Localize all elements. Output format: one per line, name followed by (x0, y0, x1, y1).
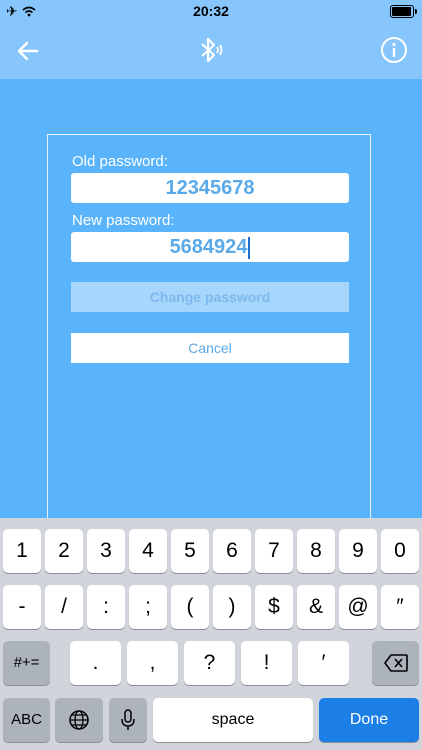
microphone-icon (121, 709, 135, 731)
key-2[interactable]: 2 (45, 529, 83, 573)
key-microphone[interactable] (109, 698, 147, 742)
backspace-icon (383, 654, 408, 673)
key-semicolon[interactable]: ; (129, 585, 167, 629)
key-dollar[interactable]: $ (255, 585, 293, 629)
bluetooth-icon (201, 37, 223, 63)
change-password-button[interactable]: Change password (71, 282, 349, 312)
status-bar: ✈ 20:32 (0, 0, 422, 22)
key-apostrophe[interactable]: ′ (298, 641, 349, 685)
key-period[interactable]: . (70, 641, 121, 685)
key-done[interactable]: Done (319, 698, 419, 742)
key-ampersand[interactable]: & (297, 585, 335, 629)
battery-fill (392, 7, 411, 16)
key-8[interactable]: 8 (297, 529, 335, 573)
key-abc[interactable]: ABC (3, 698, 50, 742)
info-icon[interactable] (380, 36, 408, 64)
key-colon[interactable]: : (87, 585, 125, 629)
old-password-label: Old password: (72, 153, 168, 170)
delete-key[interactable] (372, 641, 419, 685)
key-hyphen[interactable]: - (3, 585, 41, 629)
key-space[interactable]: space (153, 698, 313, 742)
key-7[interactable]: 7 (255, 529, 293, 573)
key-globe[interactable] (55, 698, 103, 742)
key-0[interactable]: 0 (381, 529, 419, 573)
text-caret (248, 236, 251, 259)
key-at[interactable]: @ (339, 585, 377, 629)
new-password-label: New password: (72, 212, 175, 229)
key-1[interactable]: 1 (3, 529, 41, 573)
new-password-value: 5684924 (169, 236, 248, 258)
battery-icon (390, 5, 417, 18)
key-slash[interactable]: / (45, 585, 83, 629)
globe-icon (69, 710, 89, 731)
new-password-field[interactable]: 5684924 (71, 232, 349, 262)
key-3[interactable]: 3 (87, 529, 125, 573)
status-time: 20:32 (193, 3, 229, 19)
key-exclamation[interactable]: ! (241, 641, 292, 685)
keyboard: 1 2 3 4 5 6 7 8 9 0 - / : ; ( ) $ & @ ″ … (0, 518, 422, 750)
key-4[interactable]: 4 (129, 529, 167, 573)
key-9[interactable]: 9 (339, 529, 377, 573)
key-symbols-toggle[interactable]: #+= (3, 641, 50, 685)
key-question[interactable]: ? (184, 641, 235, 685)
key-6[interactable]: 6 (213, 529, 251, 573)
key-5[interactable]: 5 (171, 529, 209, 573)
key-open-paren[interactable]: ( (171, 585, 209, 629)
key-quote[interactable]: ″ (381, 585, 419, 629)
old-password-value: 12345678 (165, 177, 255, 199)
navigation-bar (0, 22, 422, 79)
key-comma[interactable]: , (127, 641, 178, 685)
cancel-button[interactable]: Cancel (71, 333, 349, 363)
arrow-left-icon[interactable] (15, 38, 41, 64)
old-password-field[interactable]: 12345678 (71, 173, 349, 203)
key-close-paren[interactable]: ) (213, 585, 251, 629)
